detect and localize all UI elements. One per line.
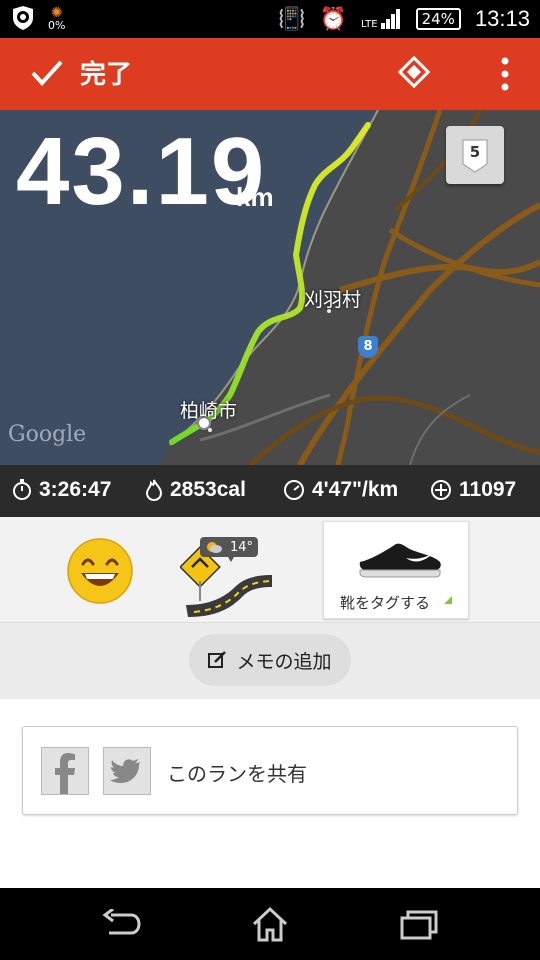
calories-value: 2853cal <box>170 478 246 501</box>
add-memo-button[interactable]: メモの追加 <box>189 634 351 686</box>
overflow-menu-icon[interactable] <box>500 56 510 92</box>
signal-icon <box>380 9 400 29</box>
recent-apps-icon[interactable] <box>400 910 438 940</box>
fuel-value: 11097 <box>459 478 517 501</box>
edit-icon <box>208 651 227 668</box>
status-time: 13:13 <box>474 6 530 31</box>
check-icon <box>31 60 63 86</box>
memo-row: メモの追加 <box>0 622 540 700</box>
alarm-icon: ⏰ <box>319 6 347 32</box>
battery-icon: 24% <box>415 8 461 30</box>
done-button[interactable]: 完了 <box>30 54 132 91</box>
app-notification-icon <box>13 6 33 30</box>
smiley-icon <box>67 538 133 604</box>
battery-saver-percent: 0% <box>48 18 66 32</box>
share-run-label: このランを共有 <box>167 762 307 786</box>
tag-shoes-button[interactable]: 靴をタグする <box>323 521 469 619</box>
status-bar: ✺ 0% 📳 ⏰ LTE 24% 13:13 <box>0 0 540 38</box>
share-run-button[interactable]: このランを共有 <box>22 726 518 815</box>
map-label-city: 柏崎市 <box>180 400 238 422</box>
navigation-bar <box>0 888 540 960</box>
done-label: 完了 <box>80 60 133 90</box>
back-icon[interactable] <box>101 909 141 939</box>
tags-row: 14° 靴をタグする <box>0 517 540 621</box>
twitter-icon <box>103 747 151 795</box>
pace-value: 4'47"/km <box>312 478 399 501</box>
home-icon[interactable] <box>250 906 290 942</box>
distance-value: 43.19 <box>16 118 267 225</box>
dropdown-corner-icon <box>444 596 452 604</box>
mood-button[interactable] <box>66 537 134 605</box>
stopwatch-icon <box>13 479 31 500</box>
duration-value: 3:26:47 <box>39 478 112 501</box>
share-area: このランを共有 <box>0 699 540 888</box>
add-memo-label: メモの追加 <box>236 650 332 673</box>
battery-saver-icon: ✺ <box>50 4 63 21</box>
level-badge-number: 5 <box>469 143 481 161</box>
route-shield-icon: 8 <box>358 336 378 358</box>
stats-bar: 3:26:47 2853cal 4'47"/km 11097 <box>0 465 540 517</box>
nikefuel-icon <box>431 480 451 500</box>
diamond-icon[interactable] <box>398 56 430 88</box>
tag-shoes-label: 靴をタグする <box>340 594 431 612</box>
vibrate-icon: 📳 <box>278 6 306 32</box>
terrain-weather-button[interactable]: 14° <box>179 535 280 621</box>
speedometer-icon <box>284 480 304 500</box>
shoe-icon <box>359 543 441 578</box>
stat-duration: 3:26:47 <box>12 478 111 502</box>
stat-calories: 2853cal <box>145 478 246 502</box>
google-watermark: Google <box>8 422 87 447</box>
facebook-icon <box>41 747 89 795</box>
stat-pace: 4'47"/km <box>283 478 398 502</box>
app-bar: 完了 <box>0 38 540 110</box>
stat-fuel: 11097 <box>430 478 516 502</box>
level-badge[interactable]: 5 <box>446 126 504 184</box>
flame-icon <box>145 479 163 501</box>
map-label-village: 刈羽村 <box>304 289 362 311</box>
route-map[interactable]: 43.19 km 5 刈羽村 柏崎市 8 Google <box>0 110 540 465</box>
distance-unit: km <box>236 182 274 212</box>
battery-percent: 24% <box>421 10 455 28</box>
weather-temperature: 14° <box>230 540 254 555</box>
route-number: 8 <box>363 339 373 354</box>
lte-label: LTE <box>360 19 378 30</box>
